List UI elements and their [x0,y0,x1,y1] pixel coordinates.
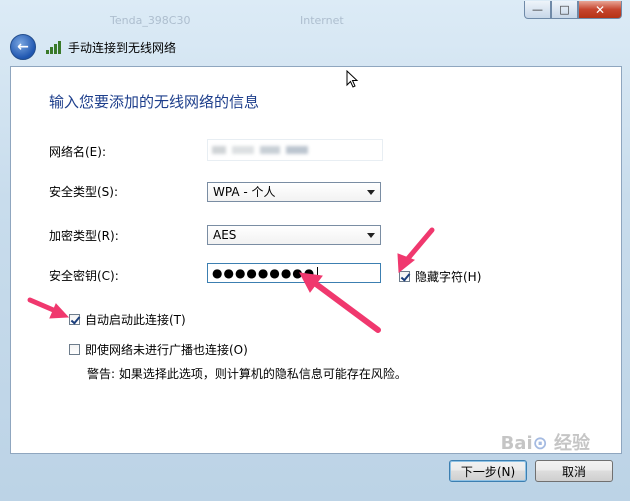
back-arrow-icon: ← [17,39,29,55]
window-frame: Tenda_398C30 Internet — □ ✕ ← 手动连接到无线网络 … [0,0,630,501]
back-button[interactable]: ← [10,34,36,60]
security-type-value: WPA - 个人 [213,185,276,199]
mouse-cursor-icon [346,70,359,88]
security-key-input[interactable]: ●●●●●●●●● [207,263,381,283]
auto-start-label: 自动启动此连接(T) [85,313,186,327]
encryption-type-value: AES [213,228,237,242]
blurred-title-right: Internet [300,14,344,27]
auto-start-checkbox[interactable] [69,314,80,325]
security-key-label: 安全密钥(C): [49,269,119,283]
connect-hidden-checkbox[interactable] [69,344,80,355]
security-type-select[interactable]: WPA - 个人 [207,182,381,202]
dropdown-arrow-icon [367,233,375,238]
blurred-title-left: Tenda_398C30 [110,14,191,27]
text-caret [317,266,319,281]
privacy-warning: 警告: 如果选择此选项，则计算机的隐私信息可能存在风险。 [87,367,407,381]
encryption-type-label: 加密类型(R): [49,229,119,243]
minimize-button[interactable]: — [524,1,551,19]
hide-characters-option[interactable]: 隐藏字符(H) [399,268,481,285]
auto-start-option[interactable]: 自动启动此连接(T) [69,311,186,328]
cancel-button[interactable]: 取消 [535,460,613,482]
network-name-label: 网络名(E): [49,145,106,159]
maximize-button[interactable]: □ [551,1,578,19]
window-controls: — □ ✕ [524,1,622,19]
hide-characters-label: 隐藏字符(H) [415,270,482,284]
security-key-value: ●●●●●●●●● [212,266,316,280]
watermark-logo: Bai⊙ 经验 [500,433,590,454]
connect-hidden-label: 即使网络未进行广播也连接(O) [85,343,248,357]
page-heading: 输入您要添加的无线网络的信息 [49,93,260,111]
connect-hidden-option[interactable]: 即使网络未进行广播也连接(O) [69,341,248,358]
blurred-title-bar: Tenda_398C30 Internet [100,10,520,30]
next-button[interactable]: 下一步(N) [449,460,527,482]
window-title: 手动连接到无线网络 [68,40,177,55]
close-button[interactable]: ✕ [578,1,622,19]
wireless-network-icon [46,40,62,54]
encryption-type-select[interactable]: AES [207,225,381,245]
network-name-input[interactable] [207,139,383,161]
nav-bar: ← 手动连接到无线网络 [10,33,176,61]
security-type-label: 安全类型(S): [49,185,119,199]
dropdown-arrow-icon [367,190,375,195]
hide-characters-checkbox[interactable] [399,271,410,282]
dialog-content: 输入您要添加的无线网络的信息 网络名(E): 安全类型(S): WPA - 个人… [10,66,622,454]
